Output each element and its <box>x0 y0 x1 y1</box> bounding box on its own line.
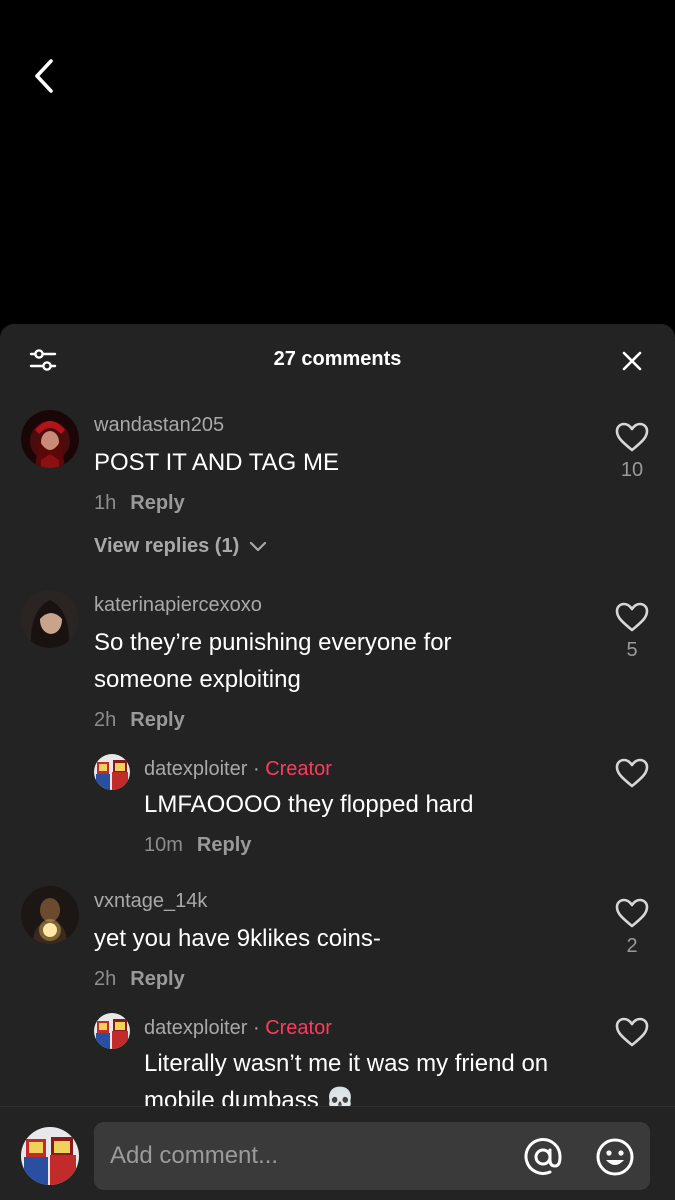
close-icon <box>622 351 642 371</box>
like-button[interactable] <box>612 1017 652 1052</box>
comment-text: POST IT AND TAG ME <box>94 449 339 476</box>
comment-input[interactable] <box>110 1122 510 1190</box>
emoji-button[interactable] <box>594 1136 636 1178</box>
avatar-wanda <box>21 410 79 468</box>
comment-meta: 10m Reply <box>144 834 251 857</box>
separator-dot: · <box>247 1017 266 1039</box>
like-count: 5 <box>626 639 638 661</box>
chevron-left-icon <box>35 59 53 93</box>
avatar-vxntage <box>21 886 79 944</box>
avatar[interactable] <box>94 1013 130 1049</box>
comment-text: Literally wasn’t me it was my friend on … <box>144 1050 549 1106</box>
comment-meta: 1h Reply <box>94 492 185 515</box>
chevron-down-icon <box>249 541 266 551</box>
comment-username[interactable]: wandastan205 <box>94 414 224 437</box>
avatar-katerina <box>21 590 79 648</box>
comment-username[interactable]: vxntage_14k <box>94 890 207 913</box>
reply-button[interactable]: Reply <box>130 968 184 990</box>
reply-button[interactable]: Reply <box>130 492 184 514</box>
avatar[interactable] <box>21 590 79 648</box>
video-area[interactable] <box>0 0 675 324</box>
avatar[interactable] <box>94 754 130 790</box>
view-replies-label: View replies (1) <box>94 535 240 557</box>
separator-dot: · <box>247 758 266 780</box>
like-button[interactable] <box>612 758 652 793</box>
reply-button[interactable]: Reply <box>130 709 184 731</box>
comment-time: 1h <box>94 492 117 514</box>
creator-badge: Creator <box>265 1017 332 1039</box>
emoji-smile-icon <box>596 1138 634 1176</box>
like-button[interactable]: 2 <box>612 898 652 958</box>
comments-count-title: 27 comments <box>273 348 402 370</box>
at-sign-icon <box>524 1138 562 1175</box>
comment-meta: 2h Reply <box>94 709 185 732</box>
comments-sheet: 27 comments wandastan205 POST IT AND TAG… <box>0 324 675 1200</box>
back-button[interactable] <box>26 56 62 96</box>
comment-text: yet you have 9klikes coins- <box>94 925 381 952</box>
like-count: 10 <box>620 459 644 481</box>
comment-time: 2h <box>94 709 117 731</box>
heart-icon <box>615 602 649 632</box>
comment-meta: 2h Reply <box>94 968 185 991</box>
heart-icon <box>615 898 649 928</box>
avatar-current-user <box>21 1127 79 1185</box>
comment-username[interactable]: katerinapiercexoxo <box>94 594 262 617</box>
avatar[interactable] <box>21 886 79 944</box>
avatar-creator <box>94 1013 130 1049</box>
heart-icon <box>615 1017 649 1047</box>
reply-username[interactable]: datexploiter <box>144 758 247 780</box>
reply-button[interactable]: Reply <box>197 834 251 856</box>
avatar[interactable] <box>21 410 79 468</box>
heart-icon <box>615 422 649 452</box>
creator-badge: Creator <box>265 758 332 780</box>
sheet-header: 27 comments <box>0 324 675 396</box>
like-button[interactable]: 10 <box>612 422 652 482</box>
comment-text: LMFAOOOO they flopped hard <box>144 791 474 818</box>
comment-time: 2h <box>94 968 117 990</box>
mention-button[interactable] <box>522 1136 564 1178</box>
comment-composer <box>0 1106 675 1200</box>
comment-text: So they’re punishing everyone for someon… <box>94 629 452 693</box>
reply-username[interactable]: datexploiter <box>144 1017 247 1039</box>
comment-input-wrapper <box>94 1122 650 1190</box>
like-count: 2 <box>626 935 638 957</box>
user-avatar[interactable] <box>21 1127 79 1185</box>
comment-username: datexploiter · Creator <box>144 758 332 781</box>
view-replies-button[interactable]: View replies (1) <box>94 535 267 558</box>
comment-username: datexploiter · Creator <box>144 1017 332 1040</box>
close-button[interactable] <box>617 346 647 376</box>
heart-icon <box>615 758 649 788</box>
like-button[interactable]: 5 <box>612 602 652 662</box>
comments-list[interactable]: wandastan205 POST IT AND TAG ME 1h Reply … <box>0 396 675 1106</box>
avatar-creator <box>94 754 130 790</box>
comment-time: 10m <box>144 834 183 856</box>
